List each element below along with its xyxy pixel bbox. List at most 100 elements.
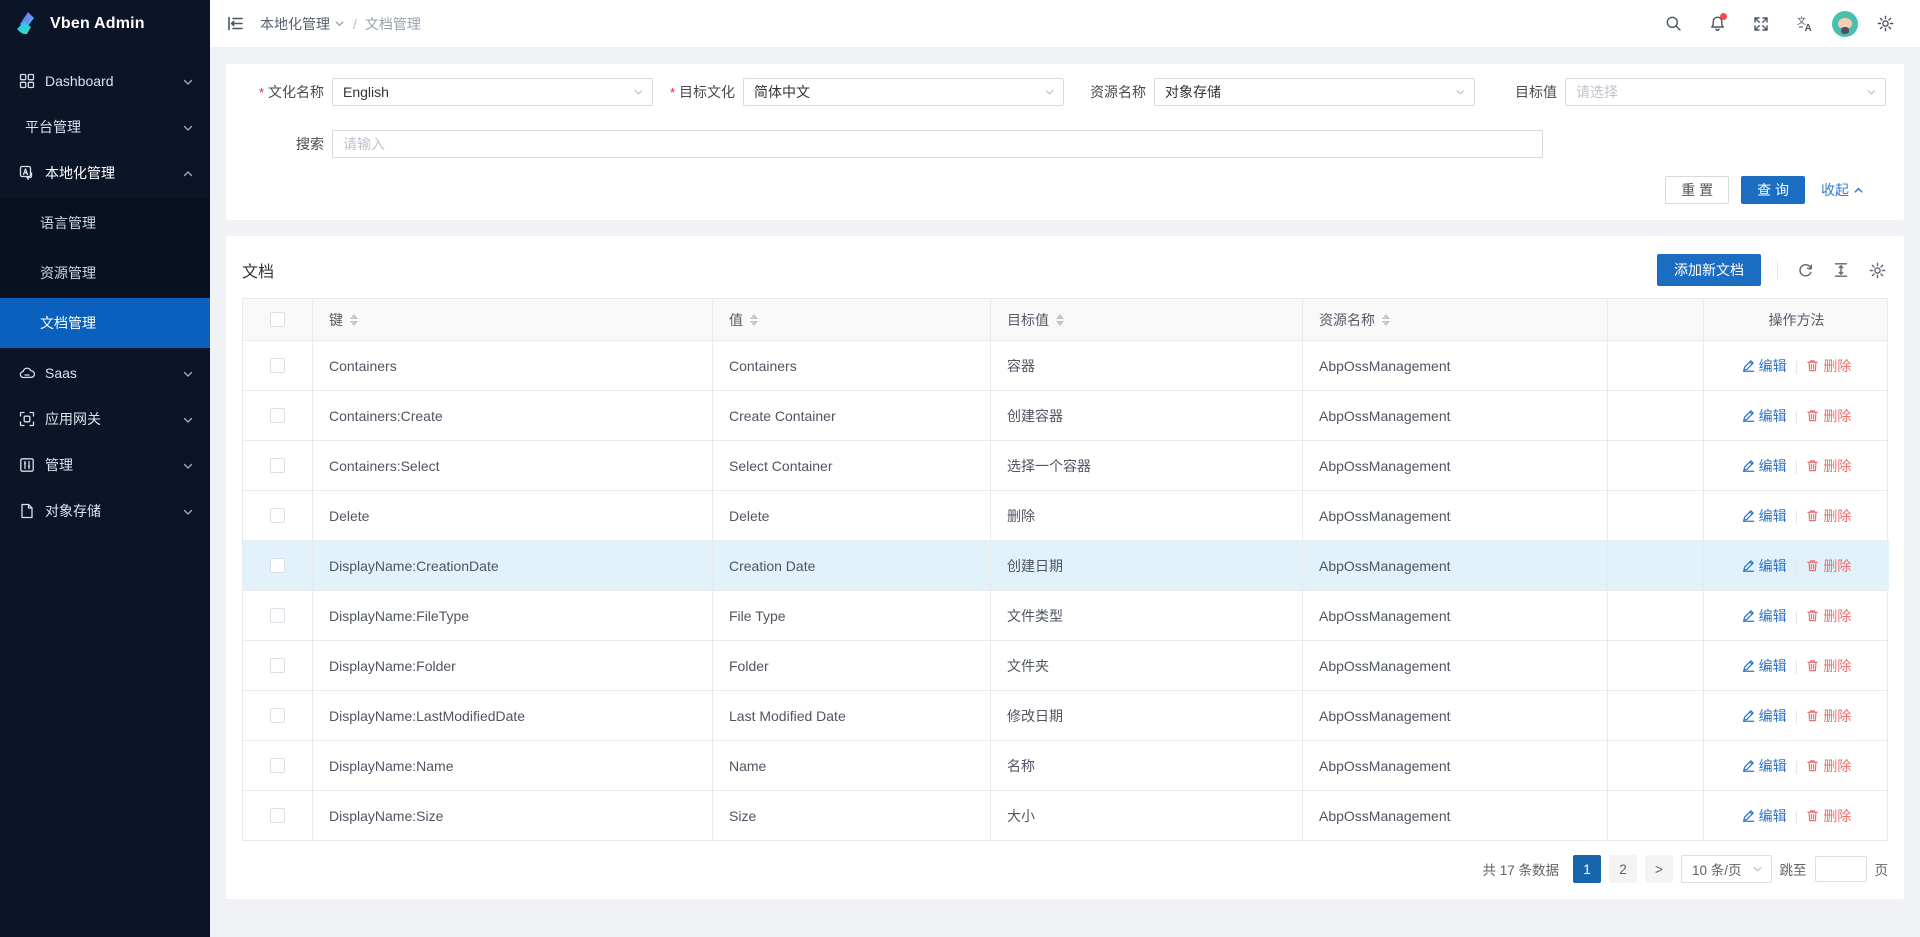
sidebar-item-dashboard[interactable]: Dashboard xyxy=(0,60,210,102)
delete-button[interactable]: 删除 xyxy=(1806,706,1851,726)
refresh-icon[interactable] xyxy=(1794,259,1816,281)
row-checkbox[interactable] xyxy=(270,808,285,823)
column-header-target-value[interactable]: 目标值 xyxy=(991,299,1303,340)
edit-button[interactable]: 编辑 xyxy=(1742,756,1787,776)
breadcrumb-parent[interactable]: 本地化管理 xyxy=(260,14,345,34)
sidebar-item-management[interactable]: 管理 xyxy=(0,444,210,486)
row-checkbox[interactable] xyxy=(270,758,285,773)
resource-name-select[interactable] xyxy=(1154,78,1475,106)
action-divider: | xyxy=(1795,458,1799,474)
sidebar-item-language-management[interactable]: 语言管理 xyxy=(0,198,210,248)
user-avatar[interactable] xyxy=(1832,11,1858,37)
fullscreen-icon[interactable] xyxy=(1744,7,1778,41)
page-button-2[interactable]: 2 xyxy=(1609,855,1637,883)
delete-button[interactable]: 删除 xyxy=(1806,556,1851,576)
row-checkbox[interactable] xyxy=(270,658,285,673)
row-checkbox[interactable] xyxy=(270,508,285,523)
gear-icon[interactable] xyxy=(1868,7,1902,41)
edit-button[interactable]: 编辑 xyxy=(1742,356,1787,376)
add-document-button[interactable]: 添加新文档 xyxy=(1657,254,1761,286)
trash-icon xyxy=(1806,759,1819,772)
sort-icon[interactable] xyxy=(750,314,758,326)
column-height-icon[interactable] xyxy=(1830,259,1852,281)
sidebar-item-resource-management[interactable]: 资源管理 xyxy=(0,248,210,298)
next-page-button[interactable]: > xyxy=(1645,855,1673,883)
trash-icon xyxy=(1806,359,1819,372)
row-checkbox[interactable] xyxy=(270,408,285,423)
delete-button[interactable]: 删除 xyxy=(1806,456,1851,476)
sidebar-item-platform-management[interactable]: 平台管理 xyxy=(0,106,210,148)
delete-button[interactable]: 删除 xyxy=(1806,606,1851,626)
page-size-select[interactable]: 10 条/页 xyxy=(1681,855,1772,883)
cell-blank xyxy=(1608,391,1704,440)
toolbar-divider xyxy=(1777,261,1778,279)
row-checkbox[interactable] xyxy=(270,358,285,373)
row-checkbox[interactable] xyxy=(270,558,285,573)
logo-icon xyxy=(14,10,40,39)
cell-blank xyxy=(1608,741,1704,790)
delete-button[interactable]: 删除 xyxy=(1806,356,1851,376)
table-header-row: 键 值 目标值 资源名称 xyxy=(243,299,1887,341)
row-checkbox[interactable] xyxy=(270,708,285,723)
action-divider: | xyxy=(1795,658,1799,674)
edit-button[interactable]: 编辑 xyxy=(1742,806,1787,826)
edit-button[interactable]: 编辑 xyxy=(1742,406,1787,426)
target-value-select[interactable] xyxy=(1565,78,1886,106)
sidebar-item-saas[interactable]: Saas xyxy=(0,352,210,394)
action-divider: | xyxy=(1795,408,1799,424)
row-checkbox[interactable] xyxy=(270,608,285,623)
notification-bell-icon[interactable] xyxy=(1700,7,1734,41)
sidebar-item-localization-management[interactable]: 本地化管理 xyxy=(0,152,210,194)
table-row: Containers Containers 容器 AbpOssManagemen… xyxy=(243,341,1887,391)
action-divider: | xyxy=(1795,808,1799,824)
localization-submenu: 语言管理 资源管理 文档管理 xyxy=(0,198,210,348)
search-icon[interactable] xyxy=(1656,7,1690,41)
collapse-link[interactable]: 收起 xyxy=(1821,180,1864,200)
search-input[interactable] xyxy=(332,130,1543,158)
column-header-key[interactable]: 键 xyxy=(313,299,713,340)
culture-name-select[interactable] xyxy=(332,78,653,106)
chevron-down-icon xyxy=(182,459,194,471)
cell-target-value: 大小 xyxy=(991,791,1303,840)
sort-icon[interactable] xyxy=(350,314,358,326)
edit-button[interactable]: 编辑 xyxy=(1742,456,1787,476)
reset-button[interactable]: 重 置 xyxy=(1665,176,1729,204)
field-culture-name: 文化名称 xyxy=(242,78,653,106)
delete-button[interactable]: 删除 xyxy=(1806,806,1851,826)
translate-icon[interactable]: 文 A xyxy=(1788,7,1822,41)
table-settings-gear-icon[interactable] xyxy=(1866,259,1888,281)
logo[interactable]: Vben Admin xyxy=(0,0,210,48)
edit-button[interactable]: 编辑 xyxy=(1742,506,1787,526)
delete-button[interactable]: 删除 xyxy=(1806,656,1851,676)
trash-icon xyxy=(1806,609,1819,622)
edit-button[interactable]: 编辑 xyxy=(1742,556,1787,576)
column-header-value[interactable]: 值 xyxy=(713,299,991,340)
jump-page-input[interactable] xyxy=(1815,856,1867,882)
sidebar-item-object-storage[interactable]: 对象存储 xyxy=(0,490,210,532)
cell-target-value: 文件夹 xyxy=(991,641,1303,690)
field-label: 文化名称 xyxy=(242,82,332,102)
delete-button[interactable]: 删除 xyxy=(1806,506,1851,526)
cell-blank xyxy=(1608,491,1704,540)
select-all-checkbox[interactable] xyxy=(270,312,285,327)
edit-button[interactable]: 编辑 xyxy=(1742,606,1787,626)
sort-icon[interactable] xyxy=(1382,314,1390,326)
delete-button[interactable]: 删除 xyxy=(1806,756,1851,776)
sidebar-item-app-gateway[interactable]: 应用网关 xyxy=(0,398,210,440)
delete-button[interactable]: 删除 xyxy=(1806,406,1851,426)
column-header-resource-name[interactable]: 资源名称 xyxy=(1303,299,1608,340)
target-culture-select[interactable] xyxy=(743,78,1064,106)
sort-icon[interactable] xyxy=(1056,314,1064,326)
row-checkbox[interactable] xyxy=(270,458,285,473)
trash-icon xyxy=(1806,659,1819,672)
page-content: 文化名称 目标文化 资源名称 xyxy=(210,48,1920,915)
edit-button[interactable]: 编辑 xyxy=(1742,706,1787,726)
trash-icon xyxy=(1806,509,1819,522)
page-button-1[interactable]: 1 xyxy=(1573,855,1601,883)
edit-button[interactable]: 编辑 xyxy=(1742,656,1787,676)
pencil-icon xyxy=(1742,359,1755,372)
document-panel: 文档 添加新文档 xyxy=(226,236,1904,899)
query-button[interactable]: 查 询 xyxy=(1741,176,1805,204)
sidebar-item-document-management[interactable]: 文档管理 xyxy=(0,298,210,348)
menu-fold-icon[interactable] xyxy=(222,11,248,37)
